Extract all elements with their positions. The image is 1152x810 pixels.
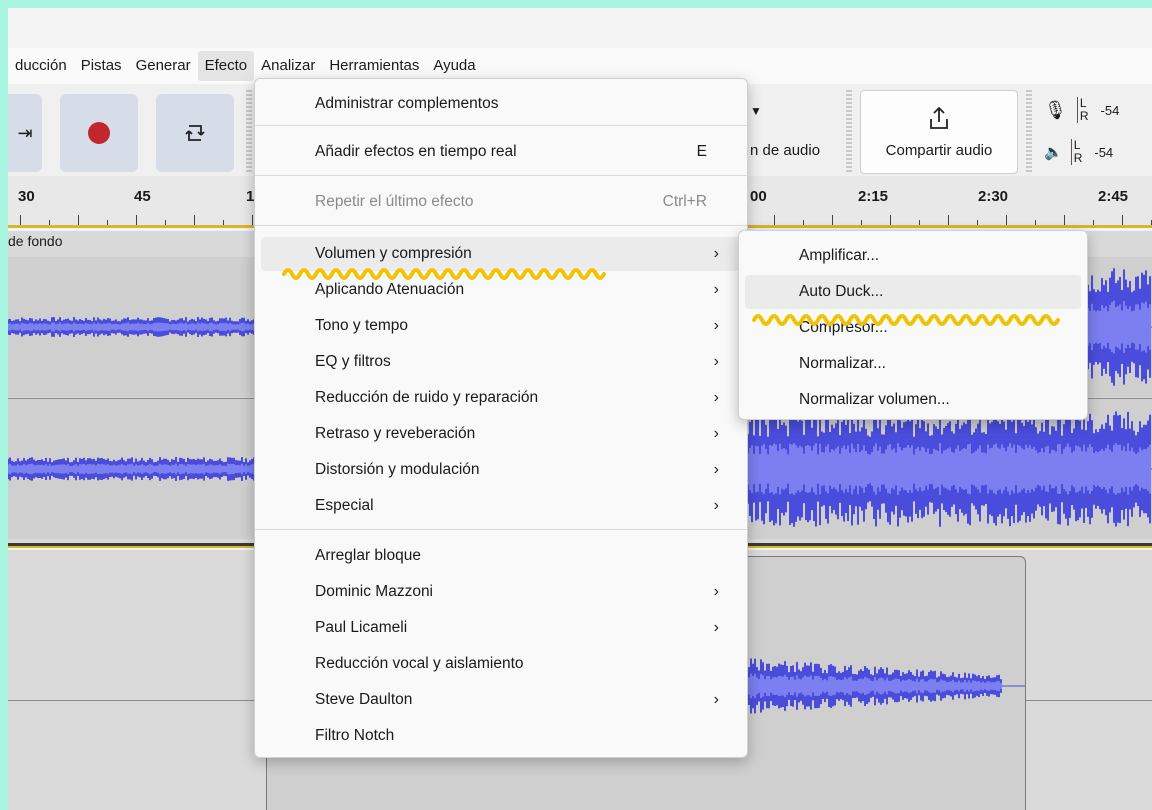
menu-reproduccion[interactable]: ducción — [8, 51, 74, 81]
effect-menu-item[interactable]: Paul Licameli › — [261, 611, 741, 645]
chevron-right-icon: › — [713, 691, 719, 708]
submenu-item[interactable]: Amplificar... — [745, 239, 1081, 273]
chevron-right-icon: › — [713, 583, 719, 600]
chevron-right-icon: › — [713, 461, 719, 478]
menu-item-label: Filtro Notch — [315, 727, 395, 744]
menu-item-label: Especial — [315, 497, 374, 514]
chevron-right-icon: › — [713, 497, 719, 514]
effect-menu-item[interactable]: Retraso y reveberación › — [261, 417, 741, 451]
ruler-label: 2:15 — [858, 188, 889, 205]
submenu-item-label: Auto Duck... — [799, 283, 884, 300]
menu-item-shortcut: Ctrl+R — [662, 193, 707, 210]
effect-menu-item[interactable]: Dominic Mazzoni › — [261, 575, 741, 609]
highlight-squiggle — [752, 314, 1060, 326]
loop-button[interactable] — [156, 94, 234, 172]
speaker-icon: 🔈 — [1044, 144, 1063, 161]
share-audio-label: Compartir audio — [885, 141, 993, 159]
effect-menu-item[interactable]: Steve Daulton › — [261, 683, 741, 717]
ruler-label: 30 — [18, 188, 35, 205]
effect-menu-item[interactable]: Distorsión y modulación › — [261, 453, 741, 487]
effect-menu-item[interactable]: Especial › — [261, 489, 741, 523]
menu-item-label: Dominic Mazzoni — [315, 583, 434, 600]
highlight-squiggle — [282, 268, 606, 280]
ruler-label: 2:45 — [1098, 188, 1129, 205]
chevron-right-icon: › — [713, 245, 719, 262]
track-name: de fondo — [8, 233, 63, 249]
audio-setup-label[interactable]: n de audio — [750, 142, 820, 159]
submenu-item[interactable]: Normalizar... — [745, 347, 1081, 381]
menu-item-label: EQ y filtros — [315, 353, 391, 370]
menu-item-label: Tono y tempo — [315, 317, 409, 334]
menu-ayuda[interactable]: Ayuda — [426, 51, 482, 81]
submenu-item[interactable]: Auto Duck... — [745, 275, 1081, 309]
audacity-window: ducción Pistas Generar Efecto Analizar H… — [8, 8, 1152, 810]
chevron-right-icon: › — [713, 317, 719, 334]
submenu-item-label: Normalizar volumen... — [799, 391, 950, 408]
menu-separator — [255, 125, 747, 126]
menu-item-label: Volumen y compresión — [315, 245, 472, 262]
effect-menu-item[interactable]: Administrar complementos — [261, 87, 741, 121]
toolbar-grip[interactable] — [246, 90, 252, 174]
ruler-label: 45 — [134, 188, 151, 205]
chevron-right-icon: › — [713, 281, 719, 298]
menu-separator — [255, 175, 747, 176]
menu-separator — [255, 225, 747, 226]
menu-item-label: Reducción de ruido y reparación — [315, 389, 539, 406]
toolbar-grip-3[interactable] — [1026, 90, 1032, 174]
menu-item-shortcut: E — [696, 143, 707, 160]
menu-pistas[interactable]: Pistas — [74, 51, 129, 81]
chevron-right-icon: › — [713, 619, 719, 636]
menu-item-label: Paul Licameli — [315, 619, 408, 636]
chevron-right-icon: › — [713, 425, 719, 442]
record-meter[interactable]: 🎙 L R -54 — [1044, 90, 1119, 130]
menu-efecto[interactable]: Efecto — [197, 51, 255, 81]
meter-r-label: R — [1079, 109, 1089, 123]
menu-herramientas[interactable]: Herramientas — [322, 51, 426, 81]
submenu-item[interactable]: Normalizar volumen... — [745, 383, 1081, 417]
toolbar-grip-2[interactable] — [846, 90, 852, 174]
share-audio-button[interactable]: Compartir audio — [860, 90, 1018, 174]
menu-separator — [255, 529, 747, 530]
effect-menu-item[interactable]: Tono y tempo › — [261, 309, 741, 343]
ruler-label: 00 — [750, 188, 767, 205]
effect-menu-item[interactable]: Arreglar bloque — [261, 539, 741, 573]
menu-item-label: Repetir el último efecto — [315, 193, 474, 210]
meter-db-label: -54 — [1100, 102, 1120, 118]
menu-item-label: Administrar complementos — [315, 95, 499, 112]
dropdown-arrow-icon[interactable]: ▼ — [750, 104, 762, 118]
record-icon — [88, 122, 110, 144]
skip-end-icon: ⇥ — [17, 122, 33, 143]
chevron-right-icon: › — [713, 353, 719, 370]
chevron-right-icon: › — [713, 389, 719, 406]
menu-item-label: Distorsión y modulación — [315, 461, 480, 478]
loop-icon — [185, 125, 205, 141]
menu-item-label: Arreglar bloque — [315, 547, 421, 564]
menu-item-label: Añadir efectos en tiempo real — [315, 143, 517, 160]
effect-menu-item[interactable]: Añadir efectos en tiempo real E — [261, 135, 741, 169]
submenu-item-label: Normalizar... — [799, 355, 886, 372]
share-icon — [930, 106, 948, 129]
effect-menu-item[interactable]: Reducción de ruido y reparación › — [261, 381, 741, 415]
ruler-label: 2:30 — [978, 188, 1009, 205]
record-button[interactable] — [60, 94, 138, 172]
menu-analizar[interactable]: Analizar — [254, 51, 322, 81]
submenu-item-label: Amplificar... — [799, 247, 880, 264]
playback-meter[interactable]: 🔈 L R -54 — [1044, 132, 1113, 172]
effect-menu-item[interactable]: EQ y filtros › — [261, 345, 741, 379]
meter-db-label: -54 — [1094, 144, 1114, 160]
menu-generar[interactable]: Generar — [129, 51, 198, 81]
effect-menu-item: Repetir el último efecto Ctrl+R — [261, 185, 741, 219]
menu-item-label: Steve Daulton — [315, 691, 413, 708]
effect-menu: Administrar complementos Añadir efectos e… — [254, 78, 748, 758]
skip-end-button[interactable]: ⇥ — [8, 94, 42, 172]
menu-item-label: Retraso y reveberación — [315, 425, 476, 442]
meter-r-label: R — [1073, 151, 1083, 165]
microphone-icon: 🎙 — [1044, 99, 1067, 120]
menu-item-label: Reducción vocal y aislamiento — [315, 655, 524, 672]
effect-menu-item[interactable]: Reducción vocal y aislamiento — [261, 647, 741, 681]
effect-menu-item[interactable]: Filtro Notch — [261, 719, 741, 753]
